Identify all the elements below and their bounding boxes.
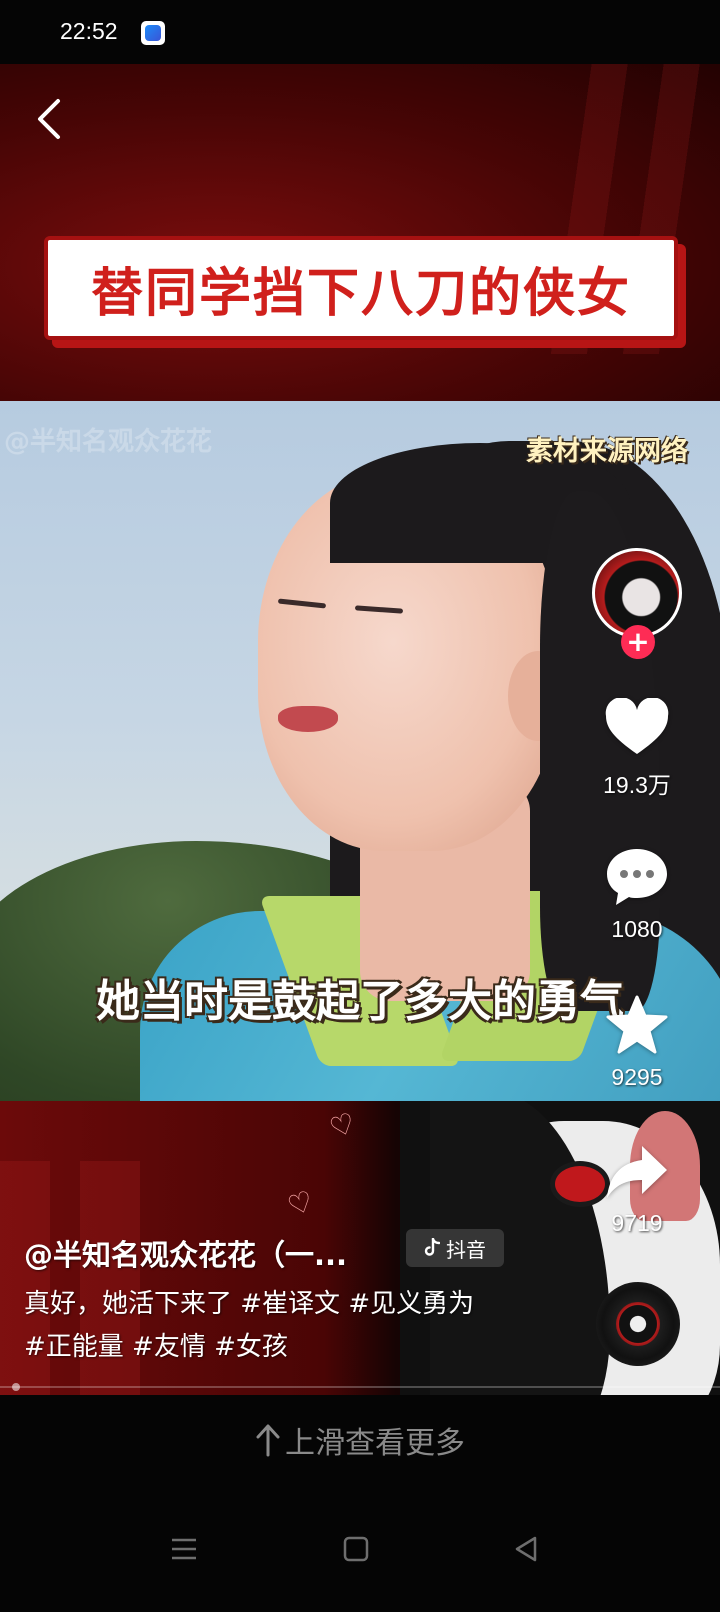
platform-badge-label: 抖音 (446, 1237, 486, 1262)
swipe-hint-label: 上滑查看更多 (285, 1426, 465, 1461)
nav-menu-button[interactable] (154, 1525, 214, 1573)
back-button[interactable] (24, 94, 74, 144)
video-title: 替同学挡下八刀的侠女 (90, 263, 631, 324)
platform-badge[interactable]: 抖音 (406, 1229, 504, 1267)
follow-button[interactable]: + (621, 625, 655, 659)
share-count: 9719 (611, 1210, 663, 1236)
heart-icon (605, 698, 669, 754)
back-triangle-icon (515, 1536, 537, 1562)
star-icon (606, 995, 668, 1054)
music-disc[interactable] (596, 1282, 680, 1366)
status-bar: 22:52 (0, 0, 720, 64)
douyin-note-icon (424, 1238, 440, 1256)
favorite-count: 9295 (611, 1064, 663, 1090)
comment-icon (607, 849, 667, 905)
swipe-up-hint[interactable]: 上滑查看更多 (0, 1395, 720, 1485)
nav-home-button[interactable] (326, 1525, 386, 1573)
menu-icon (172, 1538, 196, 1560)
person-lips (278, 706, 338, 732)
favorite-button[interactable]: 9295 (592, 994, 682, 1091)
title-card: 替同学挡下八刀的侠女 (44, 236, 678, 340)
post-caption[interactable]: 真好，她活下来了 #崔译文 #见义勇为 #正能量 #友情 #女孩 (24, 1283, 494, 1369)
home-icon (343, 1536, 369, 1562)
music-cover (616, 1302, 660, 1346)
video-progress-bar[interactable] (0, 1386, 720, 1388)
top-banner: 替同学挡下八刀的侠女 (0, 64, 720, 401)
video-watermark: @半知名观众花花 (4, 427, 213, 457)
nav-back-button[interactable] (496, 1525, 556, 1573)
status-time: 22:52 (60, 18, 118, 44)
share-icon (607, 1146, 667, 1198)
back-icon (38, 99, 60, 139)
source-label: 素材来源网络 (526, 436, 688, 467)
share-button[interactable]: 9719 (592, 1142, 682, 1237)
comment-count: 1080 (611, 916, 663, 942)
author-name[interactable]: @半知名观众花花（一... (24, 1232, 347, 1274)
arrow-up-icon (256, 1424, 280, 1457)
app-notification-icon (141, 21, 165, 45)
system-nav-bar (0, 1485, 720, 1612)
heart-decoration-icon: ♡ (283, 1183, 318, 1224)
like-button[interactable]: 19.3万 (592, 698, 682, 800)
video-progress-handle[interactable] (12, 1383, 20, 1391)
like-count: 19.3万 (603, 772, 671, 798)
heart-decoration-icon: ♡ (325, 1105, 360, 1146)
comment-button[interactable]: 1080 (592, 846, 682, 943)
